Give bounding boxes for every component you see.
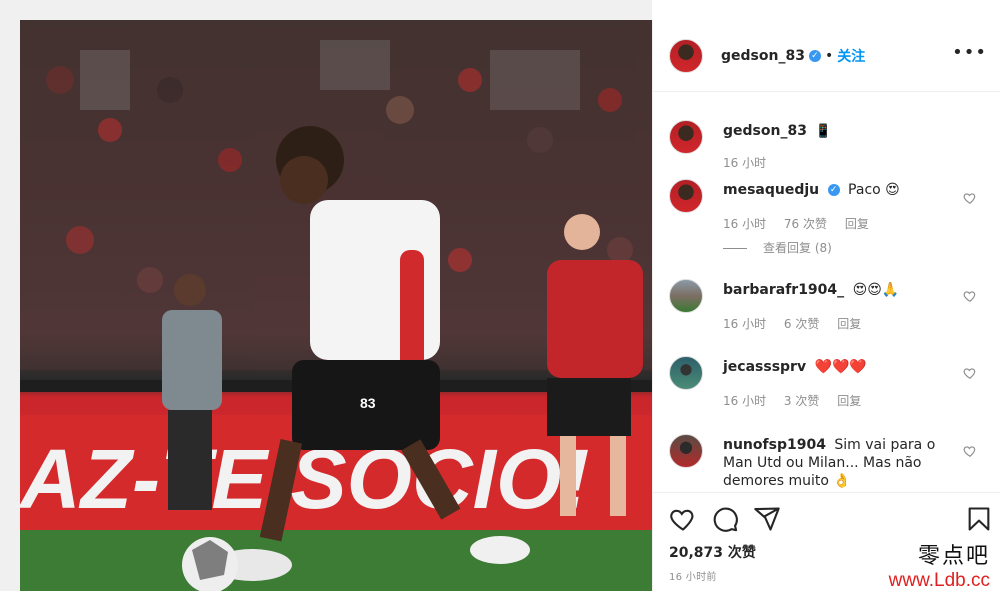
- like-heart-icon[interactable]: [669, 505, 697, 533]
- comment-item: barbarafr1904_ 😍😍🙏 16 小时 6 次赞 回复: [669, 279, 985, 339]
- comment-meta: 16 小时 76 次赞 回复: [723, 215, 883, 232]
- reply-button[interactable]: 回复: [837, 317, 861, 331]
- caption-meta: 16 小时: [723, 154, 780, 171]
- comment-meta: 16 小时 3 次赞 回复: [723, 392, 875, 409]
- comment-body: barbarafr1904_ 😍😍🙏: [723, 281, 963, 299]
- comment-text: Paco 😍: [848, 182, 900, 198]
- jersey-number: 83: [360, 395, 376, 411]
- comment-avatar[interactable]: [669, 356, 703, 390]
- caption-time[interactable]: 16 小时: [723, 156, 766, 170]
- caption-emoji: 📱: [815, 124, 832, 139]
- post-side-panel: gedson_83 ✓ • 关注 ••• gedson_83 📱 16 小时 m…: [652, 20, 1000, 591]
- watermark-cn: 零点吧: [917, 544, 990, 569]
- heart-icon[interactable]: [963, 289, 977, 303]
- author-avatar[interactable]: [669, 38, 703, 73]
- author-username[interactable]: gedson_83: [721, 48, 805, 64]
- comment-icon[interactable]: [711, 505, 739, 533]
- caption-item: gedson_83 📱 16 小时: [669, 120, 985, 180]
- comment-item: mesaquedju ✓ Paco 😍 16 小时 76 次赞 回复 查看回复 …: [669, 179, 985, 259]
- verified-icon: ✓: [808, 49, 821, 62]
- replies-line: [723, 248, 747, 249]
- post-time[interactable]: 16 小时前: [669, 568, 717, 583]
- comment-likes[interactable]: 76 次赞: [784, 217, 827, 231]
- comment-time[interactable]: 16 小时: [723, 217, 766, 231]
- heart-icon[interactable]: [963, 366, 977, 380]
- watermark-url: www.Ldb.cc: [888, 570, 990, 591]
- comment-body: jecasssprv ❤️❤️❤️: [723, 358, 963, 376]
- watermark: 零点吧 www.Ldb.cc: [889, 538, 990, 591]
- reply-button[interactable]: 回复: [837, 394, 861, 408]
- view-replies-label: 查看回复 (8): [763, 241, 832, 255]
- share-icon[interactable]: [753, 505, 781, 533]
- view-replies-button[interactable]: 查看回复 (8): [723, 239, 832, 256]
- comment-username[interactable]: barbarafr1904_: [723, 282, 844, 298]
- caption-username[interactable]: gedson_83: [723, 123, 807, 139]
- post-header: gedson_83 ✓ • 关注 •••: [653, 20, 1000, 92]
- likes-count[interactable]: 20,873 次赞: [669, 542, 756, 562]
- reply-button[interactable]: 回复: [845, 217, 869, 231]
- caption-body: gedson_83 📱: [723, 122, 963, 141]
- comment-body: mesaquedju ✓ Paco 😍: [723, 181, 963, 199]
- photo-illustration: AZ-TE SÓCIO! 83: [20, 20, 652, 591]
- follow-button[interactable]: 关注: [837, 46, 865, 66]
- photo-container: AZ-TE SÓCIO! 83: [0, 0, 652, 591]
- comment-likes[interactable]: 6 次赞: [784, 317, 819, 331]
- heart-icon[interactable]: [963, 444, 977, 458]
- verified-icon: ✓: [827, 184, 840, 196]
- comment-username[interactable]: mesaquedju: [723, 182, 819, 198]
- comment-text: ❤️❤️❤️: [814, 359, 867, 375]
- separator-dot: •: [824, 47, 834, 64]
- comment-avatar[interactable]: [669, 179, 703, 213]
- bookmark-icon[interactable]: [965, 505, 993, 533]
- comment-text: 😍😍🙏: [852, 282, 900, 298]
- comment-avatar[interactable]: [669, 279, 703, 313]
- heart-icon[interactable]: [963, 191, 977, 205]
- comment-meta: 16 小时 6 次赞 回复: [723, 315, 875, 332]
- comment-username[interactable]: nunofsp1904: [723, 437, 826, 453]
- comment-time[interactable]: 16 小时: [723, 394, 766, 408]
- post-photo[interactable]: AZ-TE SÓCIO! 83: [20, 20, 652, 591]
- comment-item: jecasssprv ❤️❤️❤️ 16 小时 3 次赞 回复: [669, 356, 985, 416]
- comments-list[interactable]: gedson_83 📱 16 小时 mesaquedju ✓ Paco 😍 16…: [653, 92, 1000, 492]
- comment-body: nunofsp1904 Sim vai para o Man Utd ou Mi…: [723, 436, 963, 490]
- comment-avatar[interactable]: [669, 434, 703, 468]
- comment-username[interactable]: jecasssprv: [723, 359, 806, 375]
- comment-time[interactable]: 16 小时: [723, 317, 766, 331]
- caption-avatar[interactable]: [669, 120, 703, 154]
- more-icon[interactable]: •••: [952, 44, 987, 62]
- comment-likes[interactable]: 3 次赞: [784, 394, 819, 408]
- comment-item: nunofsp1904 Sim vai para o Man Utd ou Mi…: [669, 434, 985, 492]
- header-user-group: gedson_83 ✓ • 关注: [721, 46, 865, 66]
